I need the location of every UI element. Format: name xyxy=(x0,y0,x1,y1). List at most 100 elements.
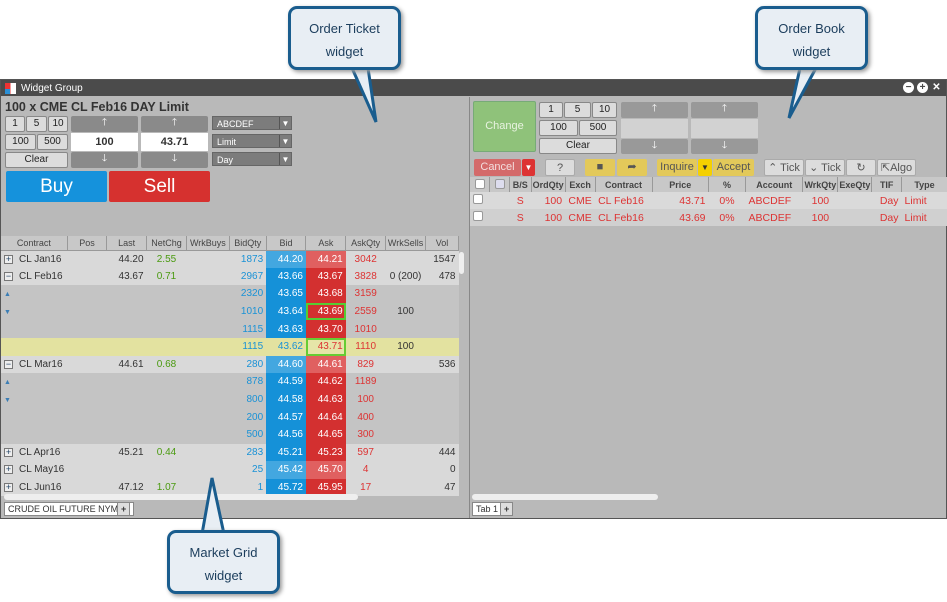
tick-down-button[interactable]: ⌄ Tick xyxy=(805,159,845,176)
grid-column-header[interactable]: Contract xyxy=(1,236,68,251)
ask-cell[interactable]: 45.70 xyxy=(305,461,346,479)
order-column-header[interactable]: WrkQty xyxy=(802,177,839,192)
bid-cell[interactable]: 44.59 xyxy=(266,373,306,391)
book-qty-5-button[interactable]: 5 xyxy=(564,102,591,118)
depth-row[interactable]: ▼ 800 44.58 44.63 100 xyxy=(1,390,459,409)
bid-cell[interactable]: 43.66 xyxy=(266,267,306,286)
askqty-cell[interactable]: 3042 xyxy=(345,250,386,268)
bidqty-cell[interactable]: 2967 xyxy=(229,267,267,286)
order-checkbox[interactable] xyxy=(470,192,490,209)
expand-icon[interactable]: + xyxy=(4,483,13,493)
bid-cell[interactable]: 44.60 xyxy=(266,355,306,374)
qty-10-button[interactable]: 10 xyxy=(48,116,68,132)
wrksells-cell[interactable]: 100 xyxy=(385,337,426,356)
depth-row[interactable]: 1115 43.62 43.71 1110 100 xyxy=(1,337,459,356)
grid-column-header[interactable]: Pos xyxy=(67,236,108,251)
order-column-header[interactable]: Contract xyxy=(595,177,653,192)
wrkbuys-cell[interactable] xyxy=(186,408,230,426)
wrksells-cell[interactable] xyxy=(385,320,426,338)
bidqty-cell[interactable]: 878 xyxy=(229,373,267,391)
bid-cell[interactable]: 43.63 xyxy=(266,320,306,338)
scroll-down-icon[interactable]: ▼ xyxy=(4,397,11,404)
bidqty-cell[interactable]: 500 xyxy=(229,425,267,444)
help-button[interactable]: ? xyxy=(545,159,575,176)
book-add-tab-button[interactable]: + xyxy=(500,502,514,516)
bidqty-cell[interactable]: 280 xyxy=(229,355,267,374)
grid-horizontal-scrollbar[interactable] xyxy=(4,494,358,500)
order-column-header[interactable]: Account xyxy=(745,177,804,192)
refresh-icon[interactable]: ↻ xyxy=(846,159,876,176)
askqty-cell[interactable]: 400 xyxy=(345,408,386,426)
grid-column-header[interactable]: WrkBuys xyxy=(186,236,230,251)
ask-cell[interactable]: 43.67 xyxy=(305,267,346,286)
qty-5-button[interactable]: 5 xyxy=(26,116,47,132)
askqty-cell[interactable]: 597 xyxy=(345,443,386,462)
ask-cell[interactable]: 43.71 xyxy=(305,337,346,356)
cancel-dropdown-icon[interactable]: ▼ xyxy=(522,159,535,176)
grid-column-header[interactable]: WrkSells xyxy=(385,236,427,251)
wrksells-cell[interactable] xyxy=(385,373,426,391)
qty-100-button[interactable]: 100 xyxy=(5,134,36,150)
grid-column-header[interactable]: BidQty xyxy=(229,236,267,251)
expand-icon[interactable]: + xyxy=(4,465,13,475)
inquire-button[interactable]: Inquire xyxy=(657,159,697,176)
order-type-select[interactable]: Limit ▼ xyxy=(212,134,292,148)
tab-1[interactable]: Tab 1 xyxy=(472,502,503,516)
bidqty-cell[interactable]: 1873 xyxy=(229,250,267,268)
bidqty-cell[interactable]: 200 xyxy=(229,408,267,426)
askqty-cell[interactable]: 100 xyxy=(345,390,386,409)
ask-cell[interactable]: 44.63 xyxy=(305,390,346,409)
askqty-cell[interactable]: 300 xyxy=(345,425,386,444)
depth-row[interactable]: ▼ 1010 43.64 43.69 2559 100 xyxy=(1,302,459,321)
grid-vertical-scrollbar[interactable] xyxy=(459,252,464,274)
cancel-button[interactable]: Cancel xyxy=(474,159,521,176)
askqty-cell[interactable]: 1010 xyxy=(345,320,386,338)
order-checkbox[interactable] xyxy=(470,209,490,226)
scroll-down-icon[interactable]: ▼ xyxy=(4,309,11,316)
order-column-header[interactable]: Exch xyxy=(565,177,596,192)
wrkbuys-cell[interactable] xyxy=(186,373,230,391)
wrksells-cell[interactable]: 100 xyxy=(385,302,426,321)
order-column-header[interactable]: ExeQty xyxy=(837,177,873,192)
depth-row[interactable]: ▲ 2320 43.65 43.68 3159 xyxy=(1,285,459,303)
grid-column-header[interactable]: Last xyxy=(106,236,148,251)
order-column-header[interactable]: B/S xyxy=(509,177,532,192)
book-horizontal-scrollbar[interactable] xyxy=(472,494,658,500)
askqty-cell[interactable]: 829 xyxy=(345,355,386,374)
book-qty-up-button[interactable]: 🡑 xyxy=(621,102,688,118)
add-tab-button[interactable]: + xyxy=(117,502,131,516)
qty-1-button[interactable]: 1 xyxy=(5,116,25,132)
contract-row[interactable]: + CL May16 25 45.42 45.70 4 0 xyxy=(1,461,459,479)
book-price-input[interactable] xyxy=(691,119,758,138)
collapse-all-icon[interactable] xyxy=(489,177,510,192)
qty-down-button[interactable]: 🡓 xyxy=(71,152,138,168)
wrkbuys-cell[interactable] xyxy=(186,337,230,356)
bid-cell[interactable]: 44.20 xyxy=(266,250,306,268)
order-row[interactable]: S 100 CME CL Feb16 43.71 0% ABCDEF 100 Day Limit xyxy=(470,192,947,209)
select-all-checkbox[interactable] xyxy=(470,177,491,192)
wrkbuys-cell[interactable] xyxy=(186,320,230,338)
book-price-down-button[interactable]: 🡓 xyxy=(691,139,758,154)
wrksells-cell[interactable] xyxy=(385,285,426,303)
contract-row[interactable]: − CL Mar16 44.61 0.68 280 44.60 44.61 829… xyxy=(1,355,459,374)
book-qty-down-button[interactable]: 🡓 xyxy=(621,139,688,154)
depth-row[interactable]: ▲ 878 44.59 44.62 1189 xyxy=(1,373,459,391)
bid-cell[interactable]: 44.57 xyxy=(266,408,306,426)
book-qty-input[interactable] xyxy=(621,119,688,138)
price-input[interactable]: 43.71 xyxy=(141,133,208,151)
grid-column-header[interactable]: AskQty xyxy=(345,236,387,251)
sell-button[interactable]: Sell xyxy=(109,171,210,202)
ask-cell[interactable]: 44.64 xyxy=(305,408,346,426)
wrkbuys-cell[interactable] xyxy=(186,250,230,268)
ask-cell[interactable]: 43.70 xyxy=(305,320,346,338)
collapse-icon[interactable]: − xyxy=(4,359,13,369)
order-column-header[interactable]: TIF xyxy=(871,177,903,192)
bidqty-cell[interactable]: 1115 xyxy=(229,320,267,338)
tif-select[interactable]: Day ▼ xyxy=(212,152,292,166)
bidqty-cell[interactable]: 1010 xyxy=(229,302,267,321)
bidqty-cell[interactable]: 1115 xyxy=(229,337,267,356)
buy-button[interactable]: Buy xyxy=(6,171,107,202)
bid-cell[interactable]: 45.21 xyxy=(266,443,306,462)
ask-cell[interactable]: 44.62 xyxy=(305,373,346,391)
grid-column-header[interactable]: Bid xyxy=(266,236,307,251)
